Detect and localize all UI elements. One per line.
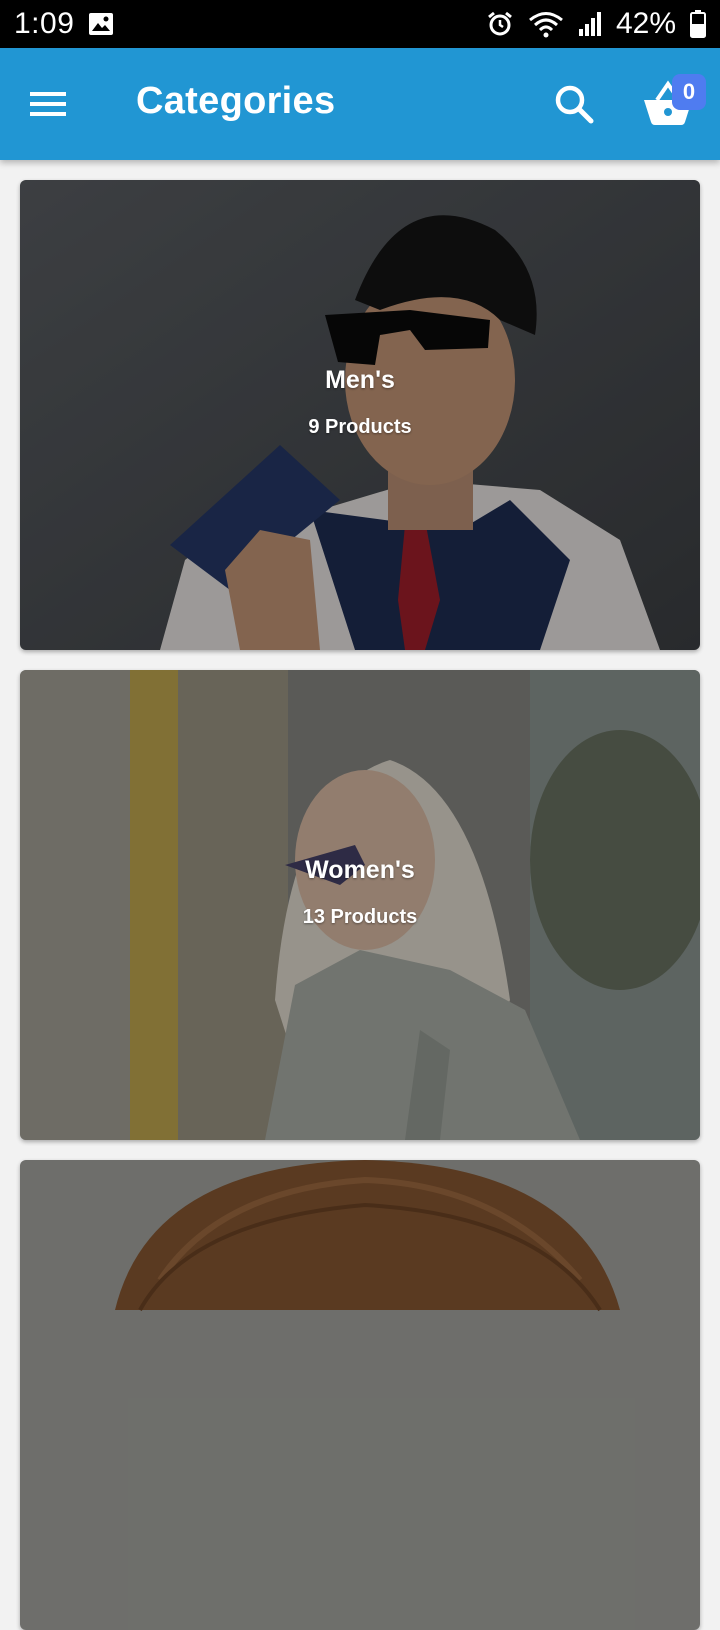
category-name: Men's — [325, 366, 395, 394]
battery-icon — [690, 10, 706, 38]
app-bar: Categories — [0, 48, 720, 160]
cart-count-badge: 0 — [672, 74, 706, 110]
category-card-3[interactable] — [20, 1160, 700, 1630]
image-overlay — [20, 1160, 700, 1630]
status-bar: 1:09 42% — [0, 0, 720, 48]
category-card-mens[interactable]: Men's 9 Products — [20, 180, 700, 650]
image-overlay — [20, 180, 700, 650]
image-overlay — [20, 670, 700, 1140]
search-icon[interactable] — [552, 82, 596, 126]
category-card-womens[interactable]: Women's 13 Products — [20, 670, 700, 1140]
status-time: 1:09 — [14, 7, 75, 40]
alarm-icon — [488, 11, 512, 36]
battery-percent: 42% — [615, 7, 676, 40]
category-name: Women's — [305, 856, 415, 884]
page-title: Categories — [136, 80, 336, 122]
signal-icon — [578, 12, 601, 36]
image-icon — [89, 13, 114, 35]
menu-icon[interactable] — [26, 86, 70, 122]
wifi-icon — [529, 12, 563, 38]
category-product-count: 13 Products — [302, 906, 418, 928]
category-product-count: 9 Products — [308, 416, 412, 438]
